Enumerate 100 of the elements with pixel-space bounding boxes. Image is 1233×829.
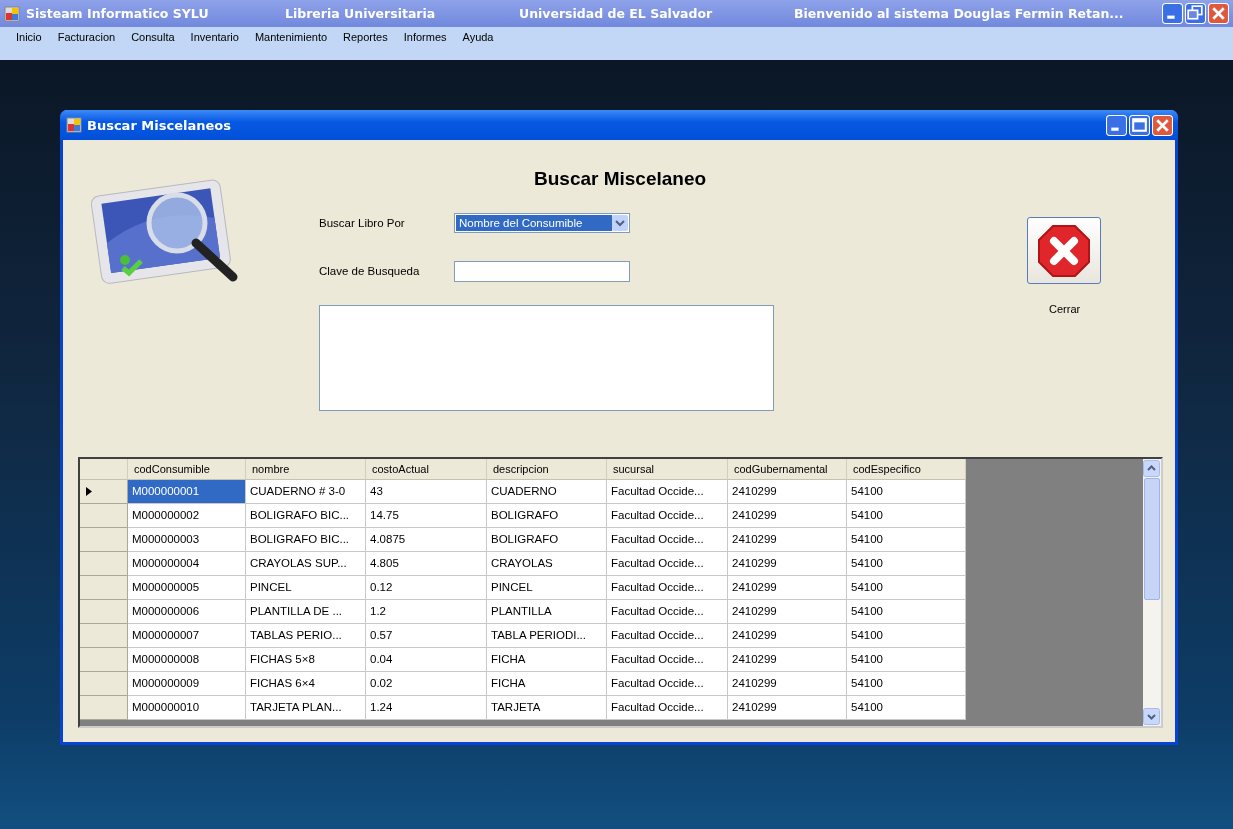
table-cell: M000000002 bbox=[128, 504, 246, 528]
close-icon[interactable] bbox=[1152, 114, 1173, 136]
table-cell: Facultad Occide... bbox=[607, 528, 728, 552]
field-label: Buscar Libro Por bbox=[319, 217, 406, 229]
menu-item[interactable]: Inicio bbox=[8, 31, 50, 43]
results-text-area[interactable] bbox=[319, 305, 774, 411]
table-cell: Facultad Occide... bbox=[607, 576, 728, 600]
grid-corner-header bbox=[80, 459, 128, 480]
table-cell: 2410299 bbox=[728, 576, 847, 600]
menu-item[interactable]: Informes bbox=[395, 31, 455, 43]
table-cell: Facultad Occide... bbox=[607, 552, 728, 576]
table-cell: 54100 bbox=[847, 696, 966, 720]
table-cell: Facultad Occide... bbox=[607, 600, 728, 624]
restore-icon[interactable] bbox=[1185, 3, 1206, 24]
table-cell: CRAYOLAS bbox=[487, 552, 607, 576]
column-header[interactable]: codGubernamental bbox=[728, 459, 847, 480]
table-cell: 2410299 bbox=[728, 504, 847, 528]
menu-item[interactable]: Inventario bbox=[182, 31, 247, 43]
table-cell: FICHA bbox=[487, 672, 607, 696]
table-cell: PINCEL bbox=[487, 576, 607, 600]
close-icon[interactable] bbox=[1208, 3, 1229, 24]
table-cell: 1.24 bbox=[366, 696, 487, 720]
table-cell: 54100 bbox=[847, 648, 966, 672]
close-label: Cerrar bbox=[1049, 303, 1082, 315]
close-icon bbox=[1036, 222, 1092, 279]
table-cell: 2410299 bbox=[728, 600, 847, 624]
window-title: Libreria Universitaria bbox=[285, 6, 437, 21]
table-cell: 54100 bbox=[847, 576, 966, 600]
column-header[interactable]: sucursal bbox=[607, 459, 728, 480]
window-title: Bienvenido al sistema Douglas Fermin Retan... bbox=[794, 6, 1125, 21]
table-cell: BOLIGRAFO bbox=[487, 528, 607, 552]
table-cell: 2410299 bbox=[728, 648, 847, 672]
table-cell: TABLAS PERIO... bbox=[246, 624, 366, 648]
scrollbar[interactable] bbox=[1143, 459, 1161, 726]
search-key-field[interactable] bbox=[454, 260, 630, 282]
table-cell: Facultad Occide... bbox=[607, 480, 728, 504]
table-cell: M000000008 bbox=[128, 648, 246, 672]
table-cell: 54100 bbox=[847, 672, 966, 696]
table-cell: TARJETA PLAN... bbox=[246, 696, 366, 720]
table-cell: 0.04 bbox=[366, 648, 487, 672]
table-cell: PINCEL bbox=[246, 576, 366, 600]
menu-item[interactable]: Ayuda bbox=[454, 31, 502, 43]
row-header[interactable] bbox=[80, 480, 128, 504]
app-icon bbox=[66, 117, 82, 133]
table-cell: M000000007 bbox=[128, 624, 246, 648]
table-cell: PLANTILLA bbox=[487, 600, 607, 624]
scroll-thumb[interactable] bbox=[1144, 478, 1160, 600]
table-cell: M000000003 bbox=[128, 528, 246, 552]
column-header[interactable]: costoActual bbox=[366, 459, 487, 480]
table-cell: M000000004 bbox=[128, 552, 246, 576]
table-cell: 2410299 bbox=[728, 624, 847, 648]
menu-item[interactable]: Reportes bbox=[335, 31, 396, 43]
table-cell: 2410299 bbox=[728, 672, 847, 696]
menu-item[interactable]: Consulta bbox=[123, 31, 183, 43]
table-cell: 54100 bbox=[847, 600, 966, 624]
menu-item[interactable]: Facturacion bbox=[49, 31, 124, 43]
scroll-down-icon[interactable] bbox=[1143, 708, 1160, 725]
table-cell: 2410299 bbox=[728, 480, 847, 504]
form-heading: Buscar Miscelaneo bbox=[534, 168, 708, 190]
minimize-icon[interactable] bbox=[1106, 114, 1127, 136]
table-cell: 4.0875 bbox=[366, 528, 487, 552]
table-cell: CRAYOLAS SUP... bbox=[246, 552, 366, 576]
minimize-icon[interactable] bbox=[1162, 3, 1183, 24]
table-cell: 1.2 bbox=[366, 600, 487, 624]
table-cell: BOLIGRAFO BIC... bbox=[246, 528, 366, 552]
table-cell: M000000001 bbox=[128, 480, 246, 504]
menu-item[interactable]: Mantenimiento bbox=[246, 31, 336, 43]
table-cell: 54100 bbox=[847, 528, 966, 552]
table-cell: 54100 bbox=[847, 552, 966, 576]
table-cell: 2410299 bbox=[728, 528, 847, 552]
column-header[interactable]: codConsumible bbox=[128, 459, 246, 480]
caret-icon bbox=[612, 215, 628, 231]
table-cell: M000000010 bbox=[128, 696, 246, 720]
table-cell: M000000009 bbox=[128, 672, 246, 696]
table-cell: 0.57 bbox=[366, 624, 487, 648]
window-title: Sisteam Informatico SYLU bbox=[26, 6, 210, 21]
table-cell: 2410299 bbox=[728, 696, 847, 720]
table-cell: Facultad Occide... bbox=[607, 624, 728, 648]
table-cell: FICHAS 5×8 bbox=[246, 648, 366, 672]
window-title: Universidad de EL Salvador bbox=[519, 6, 714, 21]
table-cell: BOLIGRAFO BIC... bbox=[246, 504, 366, 528]
table-cell: Facultad Occide... bbox=[607, 672, 728, 696]
scroll-up-icon[interactable] bbox=[1143, 460, 1160, 477]
search-by-dropdown[interactable]: Nombre del Consumible bbox=[454, 213, 630, 233]
column-header[interactable]: nombre bbox=[246, 459, 366, 480]
table-cell: 14.75 bbox=[366, 504, 487, 528]
column-header[interactable]: codEspecifico bbox=[847, 459, 966, 480]
column-header[interactable]: descripcion bbox=[487, 459, 607, 480]
table-cell: FICHA bbox=[487, 648, 607, 672]
table-cell: 0.12 bbox=[366, 576, 487, 600]
table-cell: TARJETA bbox=[487, 696, 607, 720]
maximize-icon[interactable] bbox=[1129, 114, 1150, 136]
table-cell: Facultad Occide... bbox=[607, 696, 728, 720]
table-cell: FICHAS 6×4 bbox=[246, 672, 366, 696]
field-label: Clave de Busqueda bbox=[319, 265, 421, 277]
table-cell: 43 bbox=[366, 480, 487, 504]
table-cell: 54100 bbox=[847, 504, 966, 528]
close-button[interactable] bbox=[1027, 217, 1101, 284]
table-cell: 0.02 bbox=[366, 672, 487, 696]
table-cell: M000000006 bbox=[128, 600, 246, 624]
